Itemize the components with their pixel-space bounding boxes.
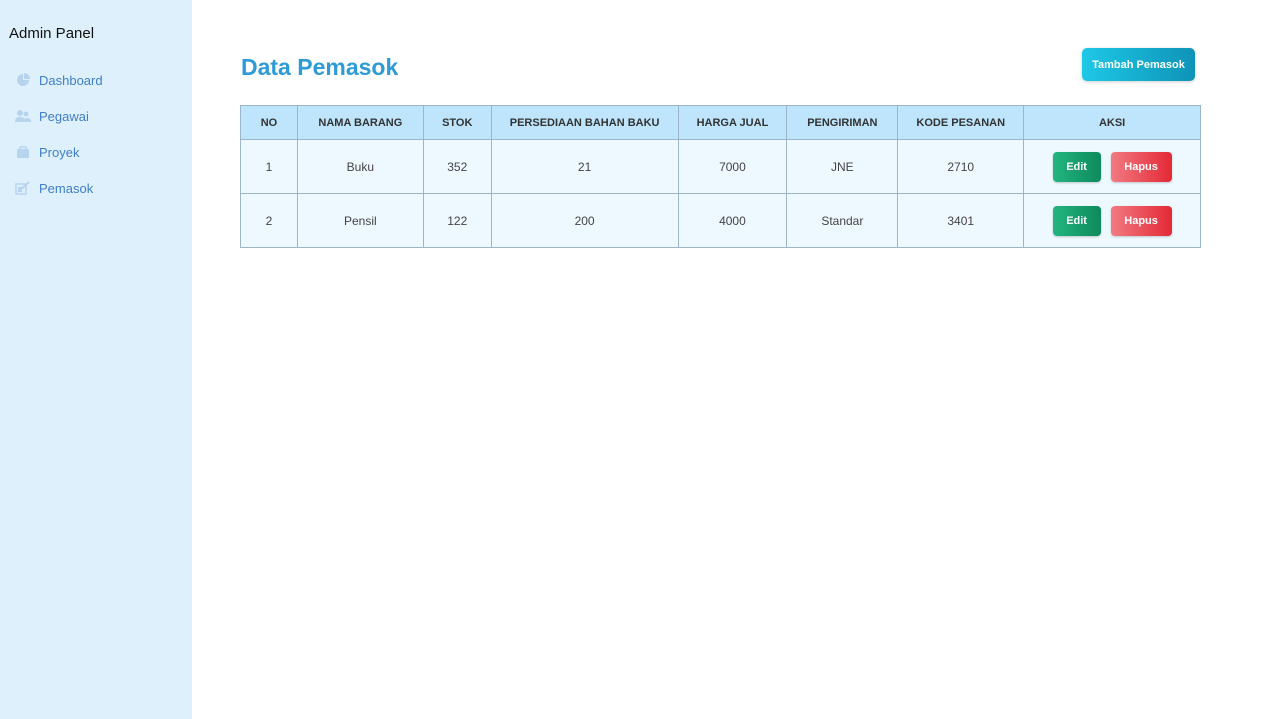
cell-harga-jual: 4000 — [677, 193, 788, 248]
column-header-persediaan: PERSEDIAAN BAHAN BAKU — [490, 105, 679, 140]
sidebar-item-dashboard[interactable]: Dashboard — [15, 62, 103, 98]
cell-stok: 352 — [422, 139, 492, 194]
edit-button[interactable]: Edit — [1052, 205, 1101, 236]
sidebar-item-label: Proyek — [39, 144, 80, 160]
cell-nama-barang: Pensil — [296, 193, 424, 248]
sidebar: Admin Panel Dashboard Pegawai Proyek Pem… — [0, 0, 192, 719]
add-supplier-button[interactable]: Tambah Pemasok — [1082, 48, 1195, 81]
delete-button[interactable]: Hapus — [1110, 205, 1172, 236]
briefcase-icon — [15, 144, 31, 160]
table-header-row: NO NAMA BARANG STOK PERSEDIAAN BAHAN BAK… — [240, 105, 1201, 140]
column-header-stok: STOK — [422, 105, 492, 140]
sidebar-item-label: Pegawai — [39, 108, 89, 124]
supplier-icon — [15, 180, 31, 196]
brand-title: Admin Panel — [9, 25, 95, 42]
cell-harga-jual: 7000 — [677, 139, 788, 194]
cell-pengiriman: JNE — [786, 139, 899, 194]
column-header-kode-pesanan: KODE PESANAN — [897, 105, 1025, 140]
pie-chart-icon — [15, 72, 31, 88]
delete-button[interactable]: Hapus — [1110, 151, 1172, 182]
cell-no: 1 — [240, 139, 298, 194]
page-title: Data Pemasok — [241, 54, 399, 80]
cell-stok: 122 — [422, 193, 492, 248]
cell-kode-pesanan: 2710 — [897, 139, 1025, 194]
column-header-pengiriman: PENGIRIMAN — [786, 105, 899, 140]
cell-no: 2 — [240, 193, 298, 248]
sidebar-item-proyek[interactable]: Proyek — [15, 134, 103, 170]
cell-aksi: Edit Hapus — [1023, 139, 1201, 194]
sidebar-item-label: Dashboard — [39, 72, 103, 88]
sidebar-item-pemasok[interactable]: Pemasok — [15, 170, 103, 206]
supplier-table: NO NAMA BARANG STOK PERSEDIAAN BAHAN BAK… — [240, 105, 1201, 248]
cell-persediaan: 200 — [490, 193, 679, 248]
column-header-aksi: AKSI — [1023, 105, 1201, 140]
cell-nama-barang: Buku — [296, 139, 424, 194]
sidebar-nav: Dashboard Pegawai Proyek Pemasok — [15, 62, 103, 206]
edit-button[interactable]: Edit — [1052, 151, 1101, 182]
sidebar-item-label: Pemasok — [39, 180, 94, 196]
column-header-no: NO — [240, 105, 298, 140]
cell-kode-pesanan: 3401 — [897, 193, 1025, 248]
column-header-nama-barang: NAMA BARANG — [296, 105, 424, 140]
table-row: 2 Pensil 122 200 4000 Standar 3401 Edit H… — [240, 193, 1201, 248]
sidebar-item-pegawai[interactable]: Pegawai — [15, 98, 103, 134]
table-row: 1 Buku 352 21 7000 JNE 2710 Edit Hapus — [240, 139, 1201, 194]
cell-pengiriman: Standar — [786, 193, 899, 248]
cell-aksi: Edit Hapus — [1023, 193, 1201, 248]
main-content: Data Pemasok Tambah Pemasok NO NAMA BARA… — [192, 0, 1280, 719]
cell-persediaan: 21 — [490, 139, 679, 194]
column-header-harga-jual: HARGA JUAL — [677, 105, 788, 140]
users-icon — [15, 108, 31, 124]
